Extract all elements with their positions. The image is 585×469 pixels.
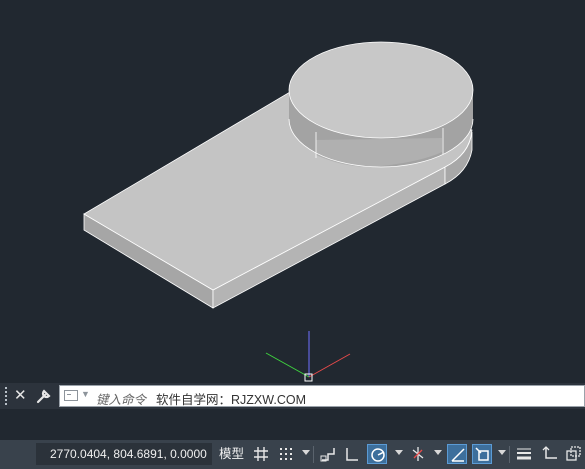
status-bar: 2770.0404, 804.6891, 0.0000 模型 — [0, 440, 585, 469]
cylinder-top-face — [288, 41, 474, 139]
lineweight-icon — [517, 448, 531, 460]
dynamic-ucs-button[interactable] — [540, 444, 560, 464]
infer-constraints-button[interactable] — [318, 444, 338, 464]
chevron-down-icon[interactable]: ▼ — [81, 389, 90, 399]
ucs-icon — [542, 446, 557, 459]
tracking-icon — [451, 448, 465, 462]
command-placeholder: 键入命令 — [96, 393, 147, 407]
coordinate-readout[interactable]: 2770.0404, 804.6891, 0.0000 — [36, 443, 212, 465]
isometric-icon — [412, 447, 424, 461]
chevron-down-icon[interactable] — [434, 450, 442, 455]
ortho-icon — [346, 448, 358, 461]
wrench-icon[interactable] — [35, 387, 53, 405]
isodraft-button[interactable] — [408, 444, 428, 464]
command-input[interactable]: ▼ 键入命令 软件自学网：RJZXW.COM — [59, 385, 585, 407]
lineweight-button[interactable] — [514, 444, 534, 464]
object-snap-tracking-button[interactable] — [447, 444, 467, 464]
model-canvas — [83, 41, 474, 382]
model-space-button[interactable]: 模型 — [216, 443, 247, 465]
grid-icon — [254, 447, 268, 461]
osnap-icon — [475, 447, 489, 461]
drag-handle-icon[interactable] — [3, 387, 9, 405]
chevron-down-icon[interactable] — [302, 450, 310, 455]
chevron-down-icon[interactable] — [498, 450, 506, 455]
close-icon[interactable]: ✕ — [14, 386, 27, 406]
ortho-button[interactable] — [342, 444, 362, 464]
separator — [313, 446, 314, 463]
polar-tracking-button[interactable] — [367, 444, 387, 464]
snap-button[interactable] — [276, 444, 296, 464]
object-snap-button[interactable] — [472, 444, 492, 464]
ucs-axes-icon — [265, 331, 351, 382]
selection-cycling-button[interactable] — [563, 444, 583, 464]
command-line-bar: ✕ ▼ 键入命令 软件自学网：RJZXW.COM — [0, 383, 585, 409]
grid-button[interactable] — [251, 444, 271, 464]
snap-icon — [280, 448, 292, 460]
constraint-icon — [320, 448, 335, 462]
separator — [509, 446, 510, 463]
selection-cycling-icon — [566, 446, 581, 461]
command-text: 软件自学网：RJZXW.COM — [156, 393, 306, 407]
chevron-down-icon[interactable] — [395, 450, 403, 455]
layout-tab-strip — [0, 409, 585, 440]
command-prompt-icon[interactable] — [64, 390, 78, 401]
drawing-viewport[interactable] — [0, 0, 585, 383]
polar-icon — [371, 448, 385, 462]
